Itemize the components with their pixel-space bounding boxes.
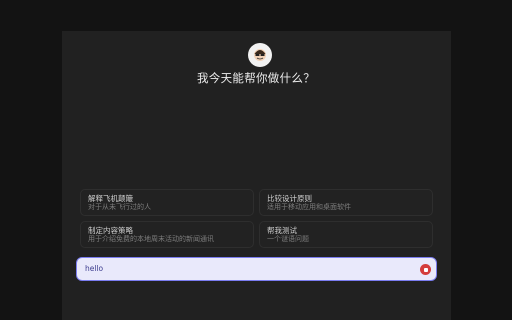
suggestion-card-2[interactable]: 比较设计原则 适用于移动应用和桌面软件 (259, 189, 433, 216)
suggestion-card-4[interactable]: 帮我测试 一个谜语问题 (259, 221, 433, 248)
suggestion-subtitle: 一个谜语问题 (267, 235, 309, 243)
suggestion-title: 帮我测试 (267, 226, 297, 235)
suggestion-subtitle: 适用于移动应用和桌面软件 (267, 203, 351, 211)
suggestion-title: 解释飞机颠簸 (88, 194, 133, 203)
message-input-value: hello (85, 264, 104, 273)
stop-icon[interactable] (420, 264, 431, 275)
suggestion-title: 制定内容策略 (88, 226, 133, 235)
assistant-avatar-icon (248, 43, 272, 67)
greeting-title: 我今天能帮你做什么？ (197, 71, 315, 85)
suggestion-card-3[interactable]: 制定内容策略 用于介绍免费的本地周末活动的新闻通讯 (80, 221, 254, 248)
suggestion-title: 比较设计原则 (267, 194, 312, 203)
message-input[interactable]: hello (76, 257, 437, 281)
suggestion-subtitle: 对于从未飞行过的人 (88, 203, 151, 211)
suggestion-subtitle: 用于介绍免费的本地周末活动的新闻通讯 (88, 235, 214, 243)
suggestion-card-1[interactable]: 解释飞机颠簸 对于从未飞行过的人 (80, 189, 254, 216)
